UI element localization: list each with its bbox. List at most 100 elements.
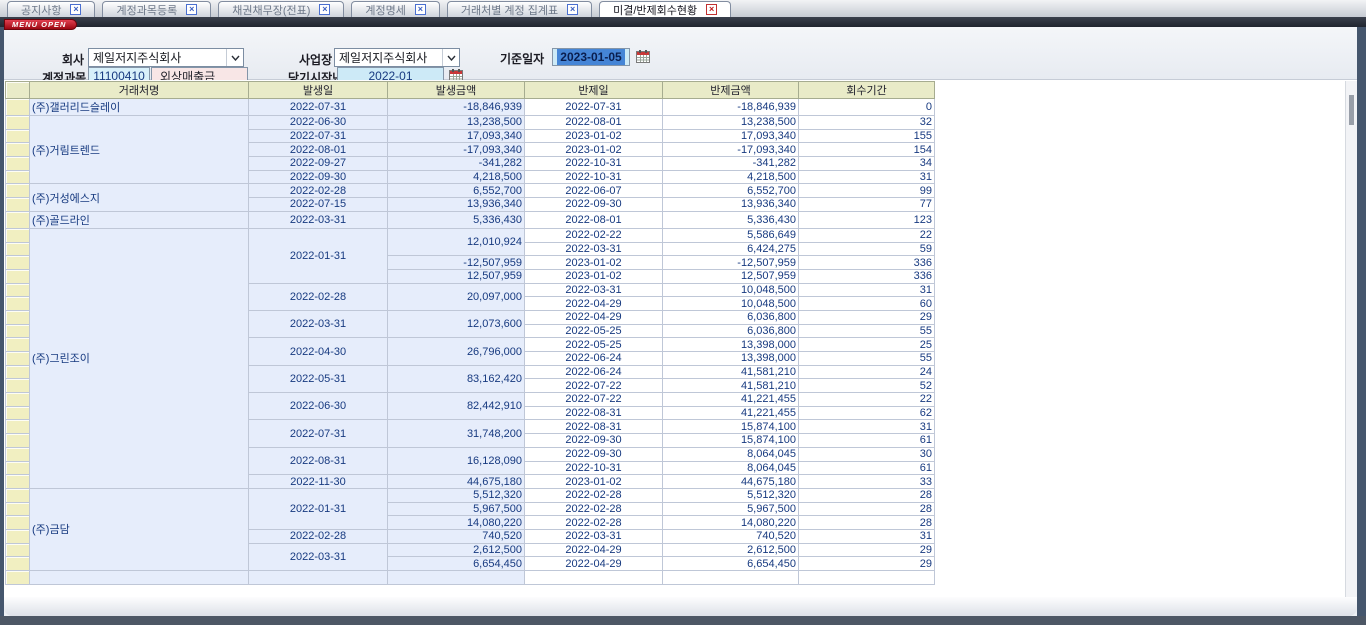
row-selector[interactable] xyxy=(6,269,30,283)
settle-date-cell[interactable]: 2022-10-31 xyxy=(525,170,663,184)
collect-days-cell[interactable]: 60 xyxy=(799,297,935,311)
occur-date-cell[interactable]: 2022-08-01 xyxy=(249,143,388,157)
occur-amount-cell[interactable]: 2,612,500 xyxy=(388,543,525,557)
settle-date-cell[interactable]: 2022-06-24 xyxy=(525,352,663,366)
occur-amount-cell[interactable]: 4,218,500 xyxy=(388,170,525,184)
occur-amount-cell[interactable]: 12,507,959 xyxy=(388,269,525,283)
settle-amount-cell[interactable]: -18,846,939 xyxy=(663,99,799,116)
occur-amount-cell[interactable]: 5,336,430 xyxy=(388,211,525,228)
settle-amount-cell[interactable]: 13,398,000 xyxy=(663,338,799,352)
settle-date-cell[interactable]: 2022-07-22 xyxy=(525,393,663,407)
tab-5[interactable]: 미결/반제회수현황× xyxy=(599,1,731,17)
tab-3[interactable]: 계정명세× xyxy=(351,1,439,17)
collect-days-cell[interactable]: 61 xyxy=(799,461,935,475)
occur-amount-cell[interactable]: 6,654,450 xyxy=(388,557,525,571)
collect-days-cell[interactable]: 154 xyxy=(799,143,935,157)
collect-days-cell[interactable]: 22 xyxy=(799,393,935,407)
calendar-icon[interactable] xyxy=(636,50,650,63)
tab-close-icon[interactable]: × xyxy=(415,4,426,15)
company-select[interactable]: 제일저지주식회사 xyxy=(88,48,244,67)
collect-days-cell[interactable]: 31 xyxy=(799,170,935,184)
settle-date-cell[interactable]: 2022-02-28 xyxy=(525,516,663,530)
site-select[interactable]: 제일저지주식회사 xyxy=(334,48,460,67)
collect-days-cell[interactable]: 32 xyxy=(799,116,935,130)
collect-days-cell[interactable]: 22 xyxy=(799,228,935,242)
collect-days-cell[interactable] xyxy=(799,571,935,585)
occur-amount-cell[interactable]: 16,128,090 xyxy=(388,447,525,474)
occur-date-cell[interactable]: 2022-08-31 xyxy=(249,447,388,474)
vertical-scrollbar[interactable] xyxy=(1345,81,1357,597)
settle-date-cell[interactable]: 2022-02-28 xyxy=(525,488,663,502)
customer-name-cell[interactable]: (주)거성에스지 xyxy=(30,184,249,211)
row-selector[interactable] xyxy=(6,379,30,393)
collect-days-cell[interactable]: 31 xyxy=(799,420,935,434)
settle-date-cell[interactable]: 2022-04-29 xyxy=(525,557,663,571)
occur-amount-cell[interactable]: 83,162,420 xyxy=(388,365,525,392)
settle-amount-cell[interactable]: 6,552,700 xyxy=(663,184,799,198)
collect-days-cell[interactable]: 30 xyxy=(799,447,935,461)
collect-days-cell[interactable]: 62 xyxy=(799,406,935,420)
settle-amount-cell[interactable]: 17,093,340 xyxy=(663,129,799,143)
settle-amount-cell[interactable]: 44,675,180 xyxy=(663,475,799,489)
settle-amount-cell[interactable]: 13,936,340 xyxy=(663,198,799,212)
collect-days-cell[interactable]: 123 xyxy=(799,211,935,228)
settle-date-cell[interactable]: 2022-02-22 xyxy=(525,228,663,242)
row-selector[interactable] xyxy=(6,228,30,242)
occur-amount-cell[interactable]: 12,073,600 xyxy=(388,310,525,337)
occur-amount-cell[interactable]: 17,093,340 xyxy=(388,129,525,143)
occur-date-cell[interactable]: 2022-06-30 xyxy=(249,116,388,130)
row-selector[interactable] xyxy=(6,99,30,116)
settle-date-cell[interactable]: 2023-01-02 xyxy=(525,256,663,270)
occur-amount-cell[interactable]: -12,507,959 xyxy=(388,256,525,270)
settle-amount-cell[interactable]: 41,221,455 xyxy=(663,393,799,407)
settle-date-cell[interactable]: 2023-01-02 xyxy=(525,129,663,143)
settle-date-cell[interactable]: 2022-02-28 xyxy=(525,502,663,516)
tab-close-icon[interactable]: × xyxy=(319,4,330,15)
collect-days-cell[interactable]: 24 xyxy=(799,365,935,379)
settle-date-cell[interactable]: 2022-04-29 xyxy=(525,543,663,557)
settle-amount-cell[interactable]: 6,036,800 xyxy=(663,324,799,338)
tab-2[interactable]: 채권채무장(전표)× xyxy=(218,1,344,17)
occur-date-cell[interactable]: 2022-01-31 xyxy=(249,488,388,529)
row-selector[interactable] xyxy=(6,242,30,256)
settle-date-cell[interactable]: 2022-05-25 xyxy=(525,338,663,352)
settle-date-cell[interactable]: 2022-08-01 xyxy=(525,116,663,130)
collect-days-cell[interactable]: 52 xyxy=(799,379,935,393)
row-selector[interactable] xyxy=(6,116,30,130)
row-selector[interactable] xyxy=(6,143,30,157)
occur-amount-cell[interactable]: 13,936,340 xyxy=(388,198,525,212)
row-selector[interactable] xyxy=(6,198,30,212)
settle-date-cell[interactable]: 2022-10-31 xyxy=(525,157,663,171)
occur-date-cell[interactable] xyxy=(249,571,388,585)
occur-amount-cell[interactable]: 44,675,180 xyxy=(388,475,525,489)
settle-amount-cell[interactable]: 41,221,455 xyxy=(663,406,799,420)
occur-amount-cell[interactable] xyxy=(388,571,525,585)
tab-close-icon[interactable]: × xyxy=(186,4,197,15)
base-date-input[interactable]: 2023-01-05 xyxy=(552,48,630,66)
settle-amount-cell[interactable]: 4,218,500 xyxy=(663,170,799,184)
occur-amount-cell[interactable]: 12,010,924 xyxy=(388,228,525,255)
occur-date-cell[interactable]: 2022-09-27 xyxy=(249,157,388,171)
occur-date-cell[interactable]: 2022-03-31 xyxy=(249,543,388,570)
settle-date-cell[interactable]: 2022-03-31 xyxy=(525,529,663,543)
customer-name-cell[interactable]: (주)골드라인 xyxy=(30,211,249,228)
settle-date-cell[interactable]: 2022-07-31 xyxy=(525,99,663,116)
occur-date-cell[interactable]: 2022-09-30 xyxy=(249,170,388,184)
row-selector[interactable] xyxy=(6,475,30,489)
tab-close-icon[interactable]: × xyxy=(567,4,578,15)
occur-amount-cell[interactable]: 6,552,700 xyxy=(388,184,525,198)
collect-days-cell[interactable]: 34 xyxy=(799,157,935,171)
occur-date-cell[interactable]: 2022-06-30 xyxy=(249,393,388,420)
settle-date-cell[interactable]: 2022-03-31 xyxy=(525,242,663,256)
settle-amount-cell[interactable]: 10,048,500 xyxy=(663,283,799,297)
settle-date-cell[interactable]: 2022-08-01 xyxy=(525,211,663,228)
occur-amount-cell[interactable]: 26,796,000 xyxy=(388,338,525,365)
row-selector[interactable] xyxy=(6,516,30,530)
settle-date-cell[interactable]: 2022-04-29 xyxy=(525,310,663,324)
collect-days-cell[interactable]: 28 xyxy=(799,516,935,530)
row-selector[interactable] xyxy=(6,157,30,171)
occur-date-cell[interactable]: 2022-03-31 xyxy=(249,310,388,337)
scrollbar-thumb[interactable] xyxy=(1349,95,1354,125)
collect-days-cell[interactable]: 99 xyxy=(799,184,935,198)
occur-amount-cell[interactable]: 13,238,500 xyxy=(388,116,525,130)
